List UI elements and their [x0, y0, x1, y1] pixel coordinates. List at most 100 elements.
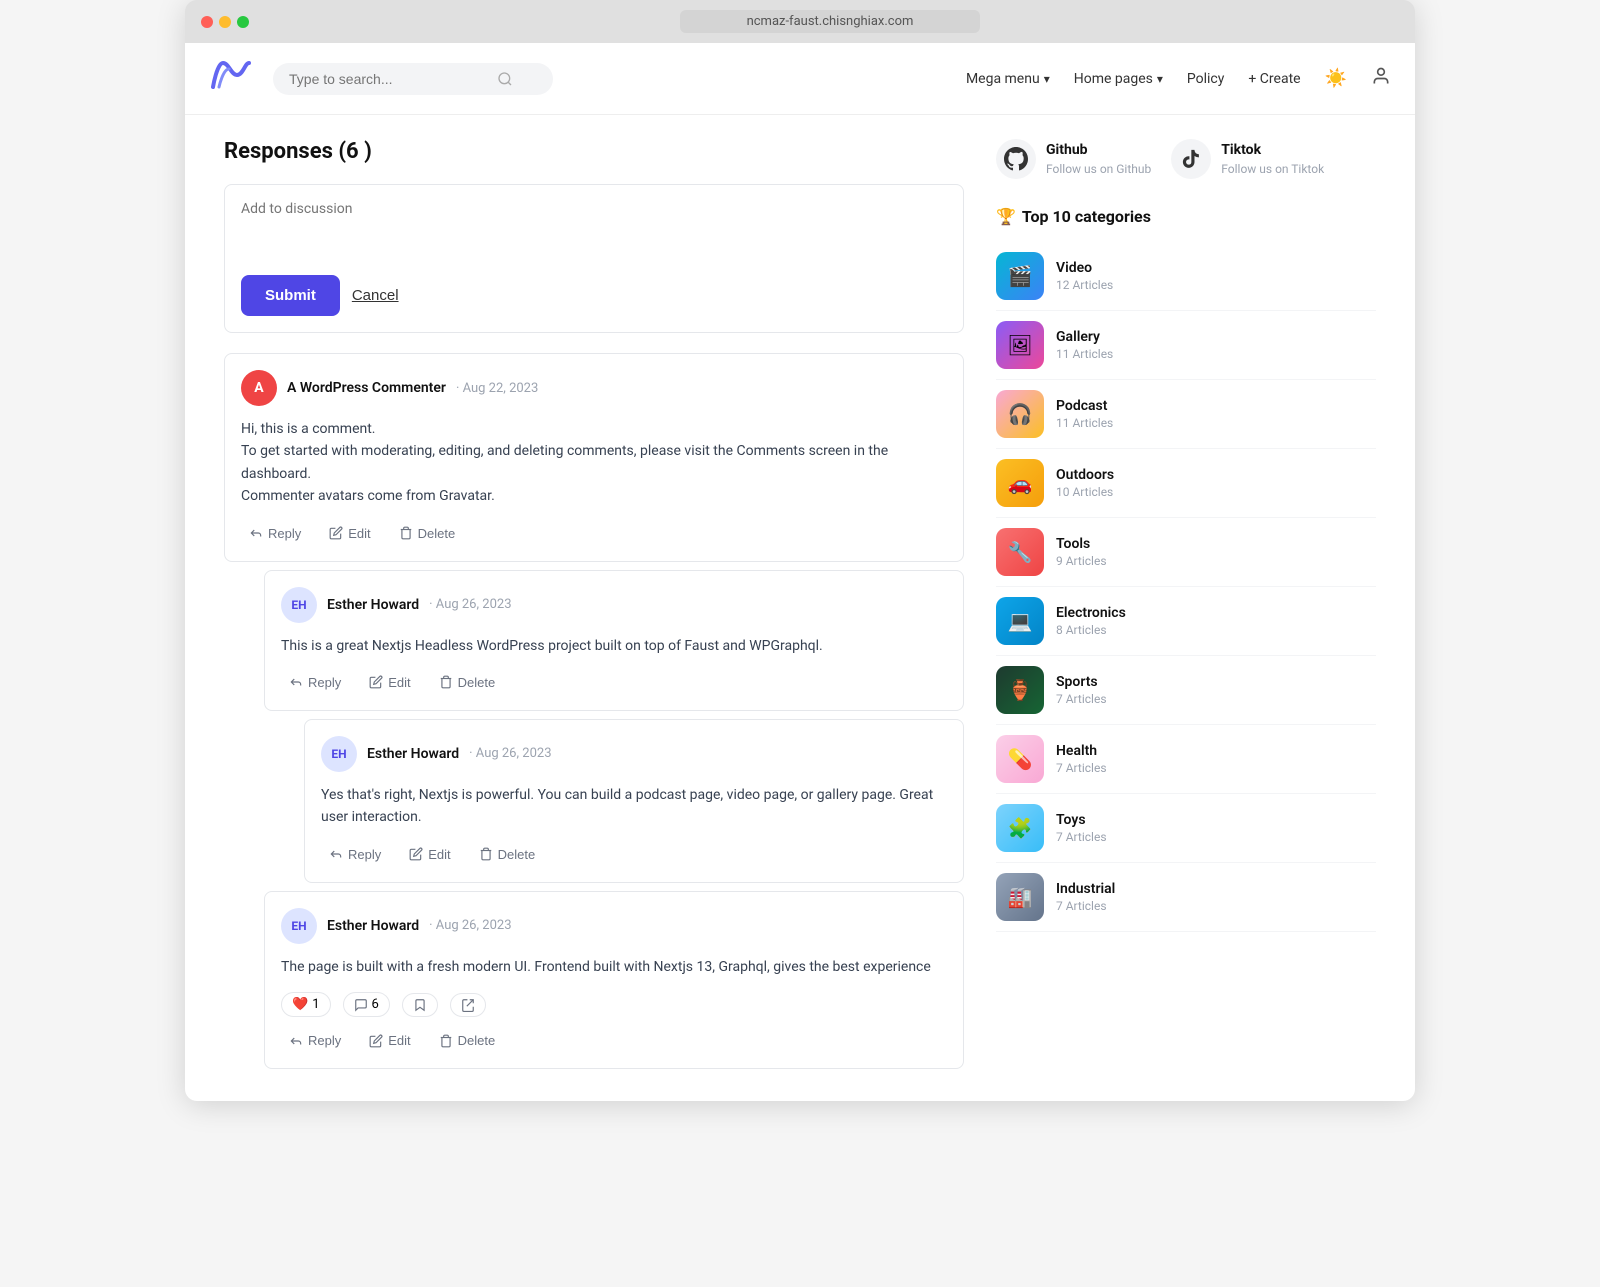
tools-img-inner: 🔧: [996, 528, 1044, 576]
category-sports[interactable]: 🏺 Sports 7 Articles: [996, 656, 1376, 725]
category-gallery[interactable]: 🖼 Gallery 11 Articles: [996, 311, 1376, 380]
nav-policy[interactable]: Policy: [1187, 71, 1225, 87]
category-video-img: 🎬: [996, 252, 1044, 300]
category-podcast-img: 🎧: [996, 390, 1044, 438]
category-toys-img: 🧩: [996, 804, 1044, 852]
edit-icon: [329, 526, 343, 540]
minimize-dot[interactable]: [219, 16, 231, 28]
category-health[interactable]: 💊 Health 7 Articles: [996, 725, 1376, 794]
category-outdoors-count: 10 Articles: [1056, 485, 1114, 499]
logo[interactable]: [209, 59, 253, 98]
close-dot[interactable]: [201, 16, 213, 28]
reply-button-c1[interactable]: Reply: [241, 522, 309, 545]
browser-titlebar: ncmaz-faust.chisnghiax.com: [185, 0, 1415, 43]
tiktok-icon: [1171, 139, 1211, 179]
category-toys[interactable]: 🧩 Toys 7 Articles: [996, 794, 1376, 863]
edit-icon: [369, 675, 383, 689]
edit-button-c1-1[interactable]: Edit: [361, 671, 418, 694]
user-icon[interactable]: [1371, 66, 1391, 91]
delete-button-c1-2[interactable]: Delete: [431, 1029, 504, 1052]
category-industrial-count: 7 Articles: [1056, 899, 1115, 913]
category-electronics-img: 💻: [996, 597, 1044, 645]
github-link[interactable]: Github Follow us on Github: [996, 139, 1151, 179]
main-layout: Responses (6 ) Submit Cancel A A WordPre…: [200, 115, 1400, 1101]
share-reaction[interactable]: [450, 993, 486, 1017]
delete-button-c1-1-1[interactable]: Delete: [471, 843, 544, 866]
social-links: Github Follow us on Github Tiktok Follow…: [996, 139, 1376, 179]
comment-1-body: Hi, this is a comment. To get started wi…: [241, 418, 947, 508]
category-gallery-info: Gallery 11 Articles: [1056, 329, 1113, 361]
submit-button[interactable]: Submit: [241, 275, 340, 316]
category-video[interactable]: 🎬 Video 12 Articles: [996, 242, 1376, 311]
category-tools[interactable]: 🔧 Tools 9 Articles: [996, 518, 1376, 587]
category-sports-name: Sports: [1056, 674, 1107, 690]
comment-1-2: EH Esther Howard · Aug 26, 2023 The page…: [264, 891, 964, 1069]
avatar-esther-2: EH: [321, 736, 357, 772]
left-column: Responses (6 ) Submit Cancel A A WordPre…: [224, 139, 964, 1077]
reply-button-c1-1-1[interactable]: Reply: [321, 843, 389, 866]
nav-home-pages[interactable]: Home pages ▾: [1074, 71, 1163, 87]
category-electronics-info: Electronics 8 Articles: [1056, 605, 1126, 637]
category-podcast[interactable]: 🎧 Podcast 11 Articles: [996, 380, 1376, 449]
cancel-button[interactable]: Cancel: [352, 287, 399, 304]
discussion-textarea[interactable]: [241, 201, 947, 271]
delete-icon: [439, 675, 453, 689]
search-bar[interactable]: [273, 63, 553, 95]
avatar-esther-3: EH: [281, 908, 317, 944]
chevron-down-icon: ▾: [1044, 72, 1050, 86]
category-sports-img: 🏺: [996, 666, 1044, 714]
category-electronics[interactable]: 💻 Electronics 8 Articles: [996, 587, 1376, 656]
category-health-count: 7 Articles: [1056, 761, 1107, 775]
delete-button-c1[interactable]: Delete: [391, 522, 464, 545]
tiktok-link[interactable]: Tiktok Follow us on Tiktok: [1171, 139, 1324, 179]
category-industrial[interactable]: 🏭 Industrial 7 Articles: [996, 863, 1376, 932]
category-outdoors-info: Outdoors 10 Articles: [1056, 467, 1114, 499]
comment-1-1-1: EH Esther Howard · Aug 26, 2023 Yes that…: [304, 719, 964, 883]
category-gallery-count: 11 Articles: [1056, 347, 1113, 361]
comment-1-author: A WordPress Commenter: [287, 380, 446, 396]
discussion-actions: Submit Cancel: [241, 275, 947, 316]
reply-button-c1-1[interactable]: Reply: [281, 671, 349, 694]
comment-1-2-body: The page is built with a fresh modern UI…: [281, 956, 947, 978]
edit-button-c1-1-1[interactable]: Edit: [401, 843, 458, 866]
search-input[interactable]: [289, 71, 489, 87]
category-gallery-img: 🖼: [996, 321, 1044, 369]
comment-1-1-1-actions: Reply Edit Delete: [321, 843, 947, 866]
category-video-name: Video: [1056, 260, 1113, 276]
categories-list: 🎬 Video 12 Articles 🖼 Gallery: [996, 242, 1376, 932]
comment-1-date: · Aug 22, 2023: [456, 381, 538, 396]
category-outdoors[interactable]: 🚗 Outdoors 10 Articles: [996, 449, 1376, 518]
theme-toggle-icon[interactable]: ☀️: [1325, 68, 1347, 89]
tiktok-text: Tiktok Follow us on Tiktok: [1221, 142, 1324, 177]
categories-title: 🏆 Top 10 categories: [996, 207, 1376, 226]
category-tools-name: Tools: [1056, 536, 1107, 552]
reply-icon: [329, 847, 343, 861]
edit-button-c1[interactable]: Edit: [321, 522, 378, 545]
edit-button-c1-2[interactable]: Edit: [361, 1029, 418, 1052]
search-icon: [497, 71, 513, 87]
avatar-wordpress-commenter: A: [241, 370, 277, 406]
category-podcast-name: Podcast: [1056, 398, 1113, 414]
nav-mega-menu[interactable]: Mega menu ▾: [966, 71, 1050, 87]
comment-thread-1: A A WordPress Commenter · Aug 22, 2023 H…: [224, 353, 964, 1069]
reply-icon: [249, 526, 263, 540]
reply-button-c1-2[interactable]: Reply: [281, 1029, 349, 1052]
comment-reaction[interactable]: 6: [343, 992, 390, 1017]
comment-1-1: EH Esther Howard · Aug 26, 2023 This is …: [264, 570, 964, 711]
video-img-inner: 🎬: [996, 252, 1044, 300]
nested-comment-1-1-wrapper: EH Esther Howard · Aug 26, 2023 This is …: [264, 570, 964, 883]
avatar-esther-1: EH: [281, 587, 317, 623]
podcast-img-inner: 🎧: [996, 390, 1044, 438]
create-button[interactable]: + Create: [1248, 71, 1300, 87]
reaction-bar: ❤️ 1 6: [281, 992, 947, 1017]
chevron-down-icon: ▾: [1157, 72, 1163, 86]
category-outdoors-name: Outdoors: [1056, 467, 1114, 483]
comment-1-1-1-author: Esther Howard: [367, 746, 459, 762]
bookmark-reaction[interactable]: [402, 993, 438, 1017]
industrial-img-inner: 🏭: [996, 873, 1044, 921]
nav-links: Mega menu ▾ Home pages ▾ Policy + Create…: [966, 66, 1391, 91]
heart-reaction[interactable]: ❤️ 1: [281, 992, 331, 1017]
maximize-dot[interactable]: [237, 16, 249, 28]
delete-button-c1-1[interactable]: Delete: [431, 671, 504, 694]
trophy-icon: 🏆: [996, 207, 1016, 226]
